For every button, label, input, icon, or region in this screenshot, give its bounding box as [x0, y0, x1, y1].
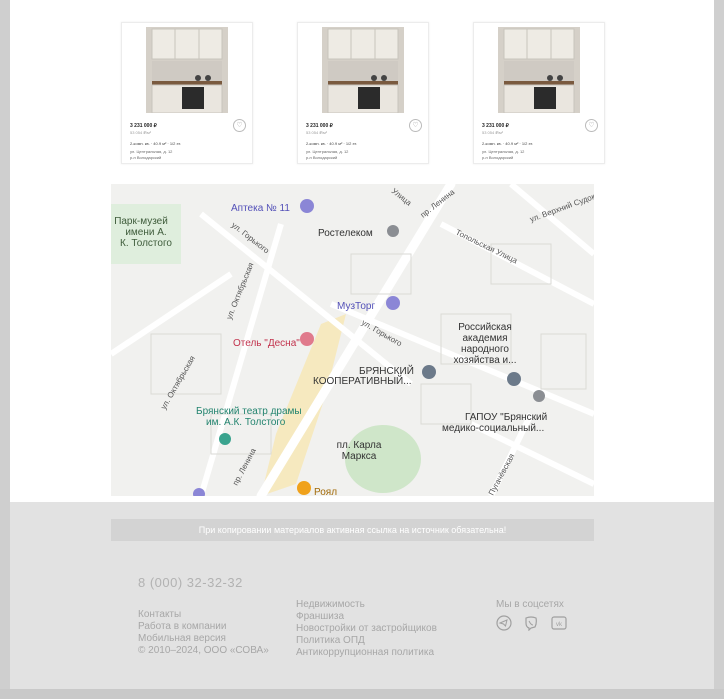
footer-copyright: © 2010–2024, ООО «СОВА»: [138, 645, 269, 656]
window-left-frame: [0, 0, 10, 699]
footer-link-privacy[interactable]: Политика ОПД: [296, 635, 437, 647]
theatre-pin-icon[interactable]: [219, 433, 231, 445]
copy-notice: При копировании материалов активная ссыл…: [111, 519, 594, 541]
map-label-park-1: Парк-музей: [114, 216, 168, 227]
education-pin-icon[interactable]: [507, 372, 521, 386]
listing-photo[interactable]: [322, 27, 404, 113]
footer-col-company: Контакты Работа в компании Мобильная вер…: [138, 609, 269, 657]
listing-params: 2-комн. кв. · 40.9 м² · 1/2 эт.: [482, 141, 533, 146]
footer-col-links: Недвижимость Франшиза Новостройки от зас…: [296, 599, 437, 659]
business-pin-icon[interactable]: [533, 390, 545, 402]
listing-card[interactable]: 3 231 000 ₽ 53 054 ₽/м² 2-комн. кв. · 40…: [121, 22, 253, 164]
window-right-frame: [714, 0, 724, 699]
map-label-gapou-1: ГАПОУ "Брянский: [465, 412, 547, 423]
kitchen-photo: [322, 27, 404, 113]
listing-price-per-m: 53 054 ₽/м²: [130, 130, 152, 135]
listing-address: ул. Центральная, д. 12: [482, 149, 525, 154]
footer-link-anticorruption[interactable]: Антикоррупционная политика: [296, 647, 437, 659]
map-label-academy-3: народного: [461, 344, 509, 355]
kitchen-photo: [146, 27, 228, 113]
listing-card[interactable]: 3 231 000 ₽ 53 054 ₽/м² 2-комн. кв. · 40…: [473, 22, 605, 164]
social-title: Мы в соцсетях: [496, 599, 564, 610]
listing-address: ул. Центральная, д. 12: [306, 149, 349, 154]
map-label-theatre-2: им. А.К. Толстого: [206, 417, 286, 428]
listing-params: 2-комн. кв. · 40.9 м² · 1/2 эт.: [306, 141, 357, 146]
viber-icon[interactable]: [523, 615, 539, 632]
footer-link-franchise[interactable]: Франшиза: [296, 611, 437, 623]
map-label-square-2: Маркса: [342, 451, 377, 462]
listing-price-per-m: 53 054 ₽/м²: [306, 130, 328, 135]
telegram-icon[interactable]: [496, 615, 512, 631]
map-label-academy-2: академия: [463, 333, 508, 344]
shop-pin-icon[interactable]: [386, 296, 400, 310]
business-pin-icon[interactable]: [387, 225, 399, 237]
map-label-gapou-2: медико-социальный...: [442, 423, 544, 434]
map-label-coop-2: КООПЕРАТИВНЫЙ...: [313, 374, 412, 387]
footer-phone[interactable]: 8 (000) 32-32-32: [138, 575, 243, 590]
map-label-muztorg: МузТорг: [337, 301, 375, 312]
listing-price: 3 231 000 ₽: [130, 123, 157, 129]
pharmacy-pin-icon[interactable]: [300, 199, 314, 213]
listing-address: ул. Центральная, д. 12: [130, 149, 173, 154]
listing-price: 3 231 000 ₽: [482, 123, 509, 129]
map-label-park-2: имени А.: [125, 227, 166, 238]
footer-link-newbuilds[interactable]: Новостройки от застройщиков: [296, 623, 437, 635]
listing-price: 3 231 000 ₽: [306, 123, 333, 129]
listing-price-per-m: 53 054 ₽/м²: [482, 130, 504, 135]
listing-photo[interactable]: [498, 27, 580, 113]
listing-params: 2-комн. кв. · 40.9 м² · 1/2 эт.: [130, 141, 181, 146]
favorite-heart-icon[interactable]: ♡: [585, 119, 598, 132]
map-label-rostelecom: Ростелеком: [318, 228, 373, 239]
map-label-park-3: К. Толстого: [120, 238, 172, 249]
hotel-pin-icon[interactable]: [300, 332, 314, 346]
listing-card[interactable]: 3 231 000 ₽ 53 054 ₽/м² 2-комн. кв. · 40…: [297, 22, 429, 164]
restaurant-pin-icon[interactable]: [297, 481, 311, 495]
map-widget[interactable]: Парк-музей имени А. К. Толстого Аптека №…: [111, 184, 594, 496]
map-label-academy-1: Российская: [458, 322, 512, 333]
footer-link-mobile[interactable]: Мобильная версия: [138, 633, 269, 645]
listing-district: р-н Володарский: [130, 155, 162, 160]
listing-photo[interactable]: [146, 27, 228, 113]
map-label-academy-4: хозяйства и...: [454, 355, 517, 366]
window-bottom-frame: [0, 689, 724, 699]
listing-district: р-н Володарский: [482, 155, 514, 160]
footer-link-contacts[interactable]: Контакты: [138, 609, 269, 621]
svg-text:vk: vk: [556, 622, 563, 628]
vk-icon[interactable]: vk: [551, 615, 567, 631]
favorite-heart-icon[interactable]: ♡: [409, 119, 422, 132]
footer-link-careers[interactable]: Работа в компании: [138, 621, 269, 633]
favorite-heart-icon[interactable]: ♡: [233, 119, 246, 132]
footer-link-realty[interactable]: Недвижимость: [296, 599, 437, 611]
map-label-pharmacy: Аптека № 11: [231, 203, 290, 214]
map-label-hotel: Отель "Десна": [233, 338, 300, 349]
kitchen-photo: [498, 27, 580, 113]
map-label-theatre-1: Брянский театр драмы: [196, 406, 302, 417]
map-label-royal: Роял: [314, 487, 337, 496]
education-pin-icon[interactable]: [422, 365, 436, 379]
listing-district: р-н Володарский: [306, 155, 338, 160]
map-label-square-1: пл. Карла: [337, 440, 382, 451]
